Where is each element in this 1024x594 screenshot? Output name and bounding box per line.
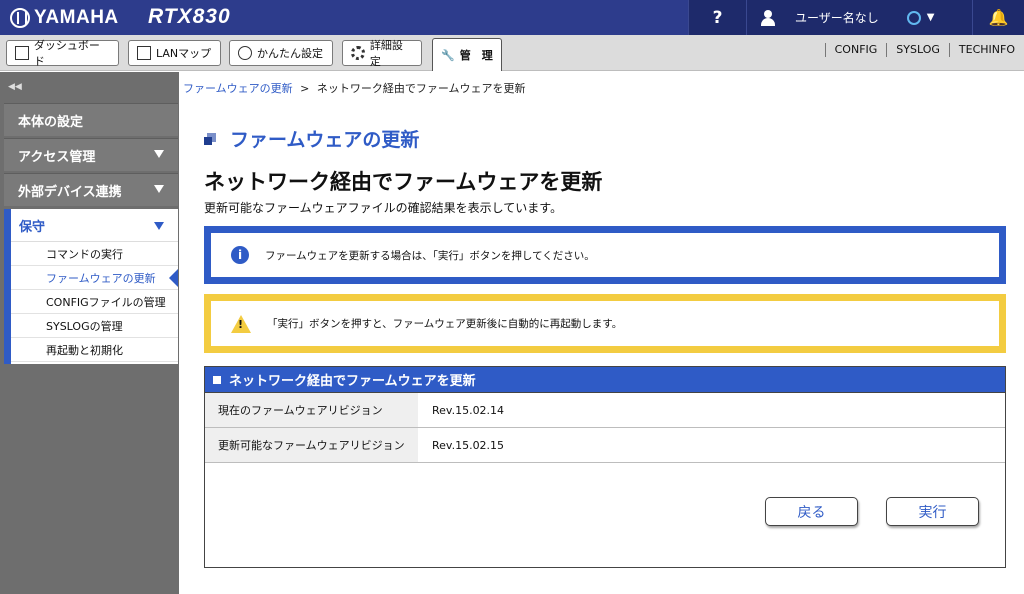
back-button[interactable]: 戻る <box>765 497 858 526</box>
section-title: ファームウェアの更新 <box>204 125 419 152</box>
dashboard-icon <box>15 46 29 60</box>
info-icon: i <box>231 246 249 264</box>
warning-icon: ! <box>231 314 251 333</box>
tab-lan-map[interactable]: LANマップ <box>128 40 221 66</box>
status-ring-icon <box>906 10 921 25</box>
panel-header: ネットワーク経由でファームウェアを更新 <box>205 367 1005 393</box>
sidebar-item-maintenance[interactable]: 保守 <box>11 209 178 242</box>
sidebar-item-label: 本体の設定 <box>18 114 84 130</box>
sidebar-item-device-settings[interactable]: 本体の設定 <box>4 103 178 136</box>
warning-notice-text: 「実行」ボタンを押すと、ファームウェア更新後に自動的に再起動します。 <box>267 318 623 330</box>
execute-button[interactable]: 実行 <box>886 497 979 526</box>
gear-icon <box>351 46 365 60</box>
sidebar-subitem-firmware-update[interactable]: ファームウェアの更新 <box>11 266 178 290</box>
sidebar-subitem-run-command[interactable]: コマンドの実行 <box>11 242 178 266</box>
sidebar-item-access-management[interactable]: アクセス管理 <box>4 138 178 171</box>
top-links: CONFIG SYSLOG TECHINFO <box>824 43 1024 57</box>
section-title-text: ファームウェアの更新 <box>230 129 420 151</box>
current-firmware-revision: Rev.15.02.14 <box>432 403 505 417</box>
main-tab-bar: ダッシュボード LANマップ かんたん設定 詳細設定 🔧 管 理 CONFIG … <box>0 35 1024 71</box>
breadcrumb-separator: > <box>300 82 310 95</box>
yamaha-logo: YAMAHA <box>10 5 119 30</box>
chevron-down-icon <box>154 185 164 193</box>
info-notice-text: ファームウェアを更新する場合は、「実行」ボタンを押してください。 <box>265 249 595 262</box>
model-name: RTX830 <box>148 5 231 28</box>
chevron-down-icon <box>154 222 164 230</box>
user-icon <box>761 9 775 26</box>
lan-map-icon <box>137 46 151 60</box>
panel-title: ネットワーク経由でファームウェアを更新 <box>229 374 476 389</box>
tab-label: ダッシュボード <box>33 39 100 68</box>
tab-label: 管 理 <box>459 49 493 62</box>
sidebar-subitem-syslog[interactable]: SYSLOGの管理 <box>11 314 178 338</box>
breadcrumb: ファームウェアの更新 > ネットワーク経由でファームウェアを更新 <box>183 80 526 96</box>
row-label: 更新可能なファームウェアリビジョン <box>205 428 418 462</box>
table-row: 更新可能なファームウェアリビジョン Rev.15.02.15 <box>205 428 1005 463</box>
warning-notice: ! 「実行」ボタンを押すと、ファームウェア更新後に自動的に再起動します。 <box>204 294 1006 353</box>
chevron-down-icon <box>154 150 164 158</box>
tab-management[interactable]: 🔧 管 理 <box>432 38 502 71</box>
table-row: 現在のファームウェアリビジョン Rev.15.02.14 <box>205 393 1005 428</box>
tab-label: かんたん設定 <box>257 47 323 60</box>
tab-label: LANマップ <box>156 47 212 60</box>
sidebar-item-label: アクセス管理 <box>18 149 96 165</box>
notification-bell-button[interactable]: 🔔 <box>972 0 1024 35</box>
tab-label: 詳細設定 <box>369 39 403 68</box>
section-marker-icon <box>204 132 216 145</box>
techinfo-link[interactable]: TECHINFO <box>948 43 1024 57</box>
syslog-link[interactable]: SYSLOG <box>886 43 949 57</box>
tab-dashboard[interactable]: ダッシュボード <box>6 39 119 68</box>
panel-bullet-icon <box>213 375 221 384</box>
top-header: YAMAHA RTX830 ? ユーザー名なし ▼ 🔔 <box>0 0 1024 35</box>
page-description: 更新可能なファームウェアファイルの確認結果を表示しています。 <box>204 201 563 215</box>
bell-icon: 🔔 <box>988 8 1009 27</box>
tab-advanced-settings[interactable]: 詳細設定 <box>342 39 422 68</box>
sidebar-item-label: 保守 <box>19 219 46 235</box>
breadcrumb-parent-link[interactable]: ファームウェアの更新 <box>183 82 293 95</box>
wizard-icon <box>238 46 252 60</box>
firmware-panel: ネットワーク経由でファームウェアを更新 現在のファームウェアリビジョン Rev.… <box>204 366 1006 568</box>
header-controls: ? ユーザー名なし ▼ 🔔 <box>688 0 1024 35</box>
tab-easy-setup[interactable]: かんたん設定 <box>229 40 333 66</box>
sidebar-item-label: 外部デバイス連携 <box>18 184 122 200</box>
config-link[interactable]: CONFIG <box>824 43 887 57</box>
sidebar-subitem-restart-init[interactable]: 再起動と初期化 <box>11 338 178 362</box>
breadcrumb-current: ネットワーク経由でファームウェアを更新 <box>316 82 526 95</box>
row-label: 現在のファームウェアリビジョン <box>205 393 418 427</box>
username: ユーザー名なし <box>795 11 879 25</box>
sidebar-item-external-devices[interactable]: 外部デバイス連携 <box>4 173 178 206</box>
collapse-sidebar-button[interactable]: ◀◀ <box>8 82 22 92</box>
available-firmware-revision: Rev.15.02.15 <box>432 438 505 452</box>
yamaha-tuning-fork-icon <box>10 7 30 28</box>
chevron-down-icon: ▼ <box>926 12 935 23</box>
sidebar-group-maintenance: 保守 コマンドの実行 ファームウェアの更新 CONFIGファイルの管理 SYSL… <box>4 209 178 364</box>
sidebar: ◀◀ 本体の設定 アクセス管理 外部デバイス連携 保守 コマンドの実行 ファーム… <box>0 72 179 594</box>
page-title: ネットワーク経由でファームウェアを更新 <box>204 170 603 194</box>
help-button[interactable]: ? <box>688 0 746 35</box>
info-notice: i ファームウェアを更新する場合は、「実行」ボタンを押してください。 <box>204 226 1006 284</box>
user-menu[interactable]: ユーザー名なし ▼ <box>746 0 972 35</box>
sidebar-subitem-config-files[interactable]: CONFIGファイルの管理 <box>11 290 178 314</box>
brand-name: YAMAHA <box>34 6 119 28</box>
wrench-icon: 🔧 <box>441 48 455 62</box>
